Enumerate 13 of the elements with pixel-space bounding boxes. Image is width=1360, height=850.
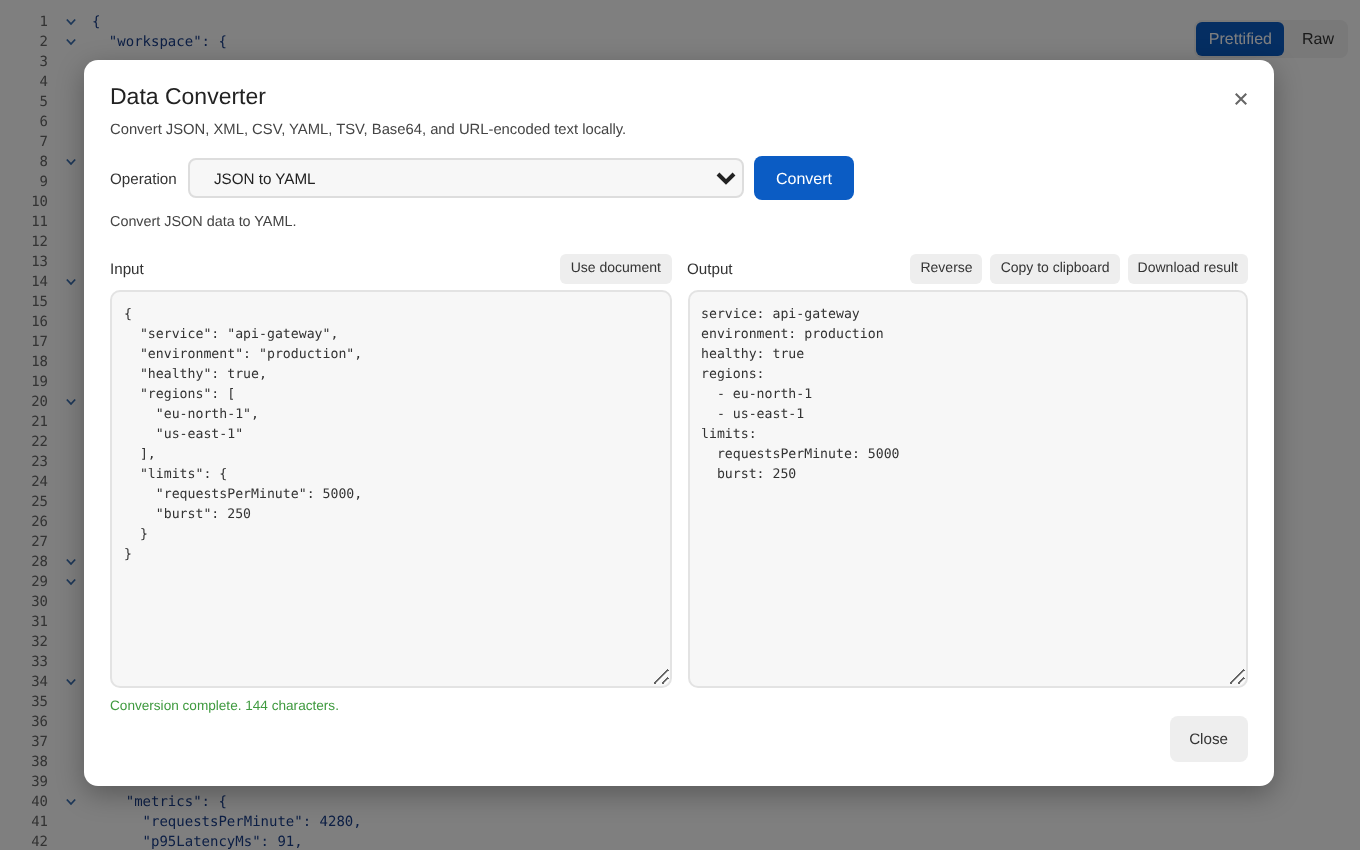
fold-chevron-icon[interactable] (65, 18, 75, 26)
fold-chevron-icon[interactable] (65, 678, 75, 686)
fold-chevron-icon[interactable] (65, 158, 75, 166)
dialog-title: Data Converter (110, 86, 266, 110)
fold-chevron-icon[interactable] (65, 278, 75, 286)
convert-button[interactable]: Convert (754, 156, 855, 200)
close-icon[interactable] (1230, 87, 1252, 109)
fold-chevron-icon[interactable] (65, 798, 75, 806)
fold-chevron-icon[interactable] (65, 38, 75, 46)
fold-chevron-icon[interactable] (65, 578, 75, 586)
fold-chevron-icon[interactable] (65, 558, 75, 566)
view-tab[interactable]: Raw (1289, 22, 1346, 56)
fold-chevron-icon[interactable] (65, 398, 75, 406)
